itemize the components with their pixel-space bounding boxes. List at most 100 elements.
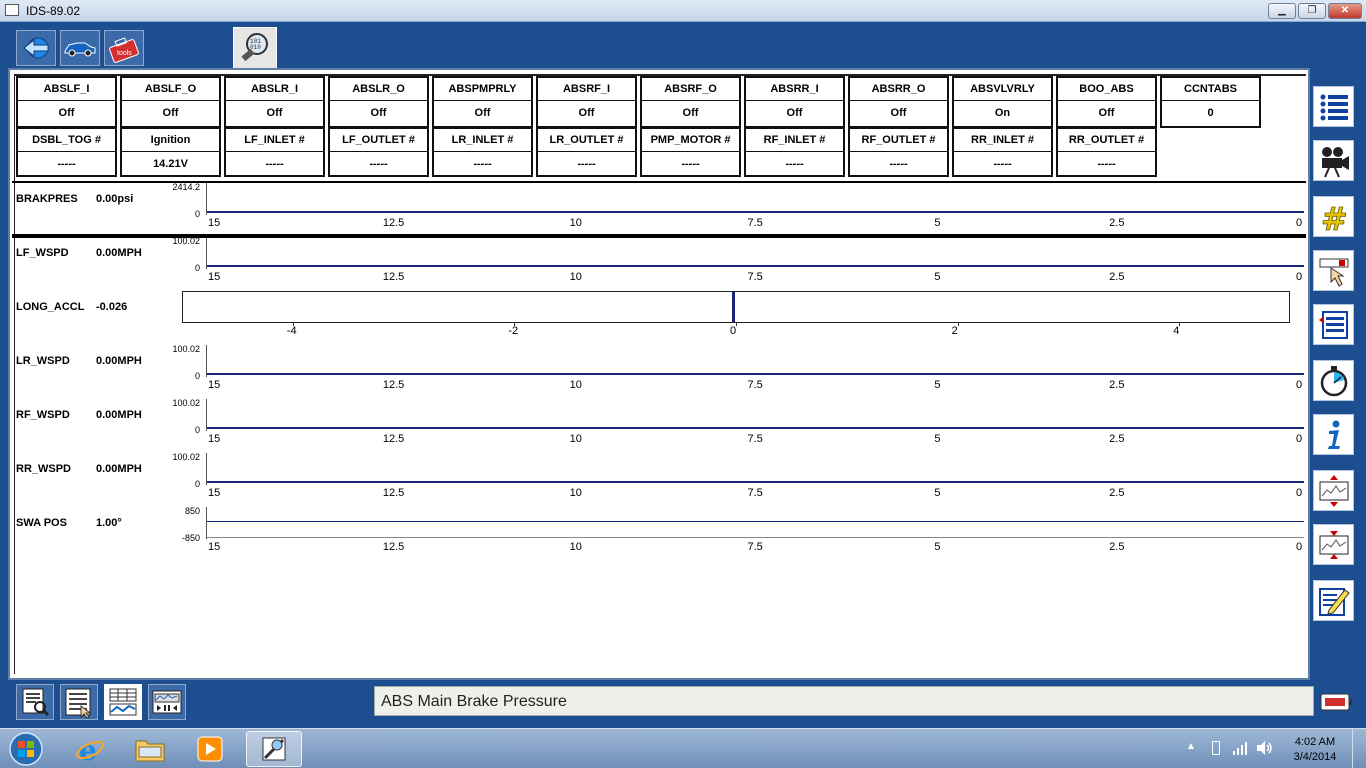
plot-ymax: 850 [184,506,200,516]
time-tick-label: 12.5 [382,217,405,229]
show-desktop-button[interactable] [1352,729,1366,768]
edit-pencil-button[interactable] [1313,580,1354,621]
plot-trace [207,481,1304,483]
svg-text:#: # [1321,200,1348,234]
plot-name[interactable]: LONG_ACCL [16,301,84,313]
plot-name[interactable]: BRAKPRES [16,193,78,205]
pid-cell[interactable]: DSBL_TOG # ----- [16,127,117,177]
pid-cell[interactable]: ABSLR_O Off [328,76,429,128]
pid-cell[interactable]: RF_OUTLET # ----- [848,127,949,177]
time-tick-label: 15 [208,379,221,391]
pid-value: Off [58,107,75,119]
pid-cell[interactable]: ABSLF_I Off [16,76,117,128]
pid-cell[interactable]: LF_OUTLET # ----- [328,127,429,177]
gauge-tick [1179,322,1181,326]
network-signal-icon[interactable] [1232,740,1248,756]
taskbar-ids-app[interactable] [246,731,302,767]
pid-value: 0 [1207,107,1214,119]
pid-cell[interactable]: CCNTABS 0 [1160,76,1261,128]
plot-name[interactable]: LR_WSPD [16,355,70,367]
pid-label: ABSRR_I [746,78,843,101]
stopwatch-button[interactable] [1313,360,1354,401]
taskbar-internet-explorer[interactable]: e [62,731,118,767]
pid-cell[interactable]: BOO_ABS Off [1056,76,1157,128]
ids-app-icon [262,737,286,761]
search-report-tab[interactable] [16,684,54,720]
expand-graph-button[interactable] [1313,470,1354,511]
close-button[interactable]: ✕ [1328,3,1362,19]
pid-cell[interactable]: LR_OUTLET # ----- [536,127,637,177]
pid-cell[interactable]: RR_INLET # ----- [952,127,1053,177]
restore-button[interactable]: ❐ [1298,3,1326,19]
pid-cell[interactable]: ABSPMPRLY Off [432,76,533,128]
pid-label: BOO_ABS [1058,78,1155,101]
pid-cell[interactable]: ABSRF_I Off [536,76,637,128]
vcm-connection-indicator[interactable] [1316,685,1356,719]
pid-cell[interactable]: Ignition 14.21V [120,127,221,177]
video-camera-button[interactable] [1313,140,1354,181]
pid-cell[interactable]: RF_INLET # ----- [744,127,845,177]
pid-cell[interactable]: PMP_MOTOR # ----- [640,127,741,177]
pid-cell[interactable]: LR_INLET # ----- [432,127,533,177]
pid-cell[interactable]: ABSRR_O Off [848,76,949,128]
pid-value: ----- [681,158,700,170]
plot-name[interactable]: RR_WSPD [16,463,71,475]
time-tick-label: 2.5 [1109,379,1125,391]
taskbar-media-player[interactable] [182,731,238,767]
hash-button[interactable]: # [1313,196,1354,237]
time-tick-label: 0 [1296,541,1303,553]
data-list-tab[interactable] [60,684,98,720]
toolbox-button[interactable]: tools [104,30,144,66]
pid-cell[interactable]: LF_INLET # ----- [224,127,325,177]
plot-value: 0.00MPH [96,463,142,475]
time-tick-label: 0 [1296,217,1303,229]
shrink-graph-button[interactable] [1313,524,1354,565]
system-clock[interactable]: 4:02 AM 3/4/2014 [1286,735,1344,765]
plot-name[interactable]: SWA POS [16,517,67,529]
minimize-button[interactable]: ▁ [1268,3,1296,19]
time-tick-label: 10 [569,541,582,553]
plot-trace [207,521,1304,522]
pointer-select-button[interactable] [1313,250,1354,291]
pid-cell[interactable]: ABSVLVRLY On [952,76,1053,128]
search-report-icon [22,688,50,717]
gauge-tick [957,322,959,326]
pid-cell[interactable]: ABSLF_O Off [120,76,221,128]
pid-value: ----- [577,158,596,170]
time-tick-label: 12.5 [382,379,405,391]
time-tick-label: 7.5 [747,379,763,391]
windows-start-icon [9,732,43,766]
battery-icon[interactable] [1212,741,1220,755]
plot-ymin: 0 [194,209,200,219]
gauge-tick-label: 4 [1173,325,1180,337]
plot-ymin: 0 [194,371,200,381]
time-tick-label: 2.5 [1109,487,1125,499]
plot-name[interactable]: RF_WSPD [16,409,70,421]
pid-cell[interactable]: RR_OUTLET # ----- [1056,127,1157,177]
pid-cell[interactable]: ABSRR_I Off [744,76,845,128]
pid-cell[interactable]: ABSLR_I Off [224,76,325,128]
time-tick-label: 2.5 [1109,217,1125,229]
plot-separator-active [12,234,1306,238]
start-button[interactable] [0,731,52,767]
pid-value: ----- [785,158,804,170]
volume-icon[interactable] [1256,740,1274,756]
tray-show-hidden-icon[interactable]: ▲ [1186,741,1196,752]
plot-name[interactable]: LF_WSPD [16,247,69,259]
time-tick-label: 5 [934,271,941,283]
video-camera-icon [1321,146,1349,177]
pid-label: ABSRR_O [850,78,947,101]
taskbar-file-explorer[interactable] [122,731,178,767]
plot-ymax: 100.02 [172,452,200,462]
vehicle-button[interactable] [60,30,100,66]
back-button[interactable] [16,30,56,66]
pid-cell[interactable]: ABSRF_O Off [640,76,741,128]
playback-tab[interactable] [148,684,186,720]
info-button[interactable] [1313,414,1354,455]
window-title: IDS-89.02 [26,4,81,18]
list-button[interactable] [1313,86,1354,127]
pid-list-button[interactable] [1313,304,1354,345]
pid-label: ABSVLVRLY [954,78,1051,101]
grid-graph-tab[interactable] [104,684,142,720]
datalogger-tab[interactable]: 101 010 [233,27,277,69]
